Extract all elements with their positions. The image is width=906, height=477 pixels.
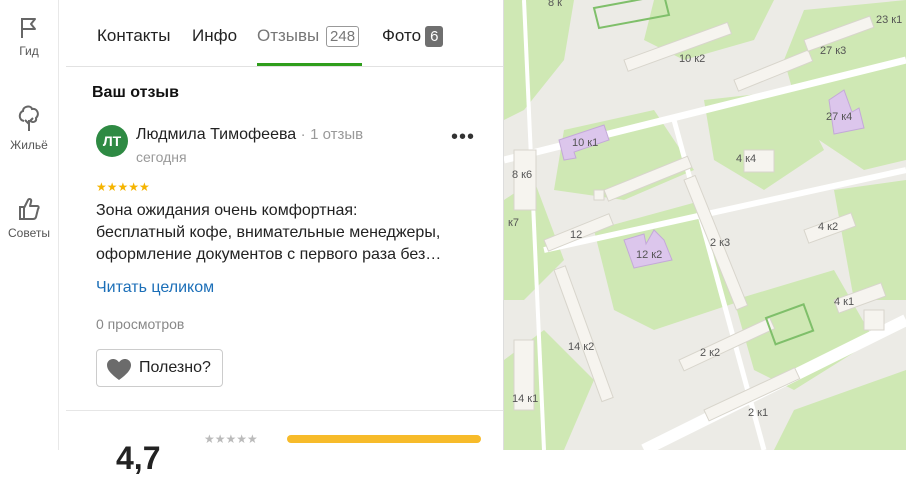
tab-bar: Контакты Инфо Отзывы 248 Фото 6 — [66, 0, 503, 67]
rail-item-housing[interactable]: Жильё — [0, 104, 58, 152]
read-more-link[interactable]: Читать целиком — [96, 279, 214, 297]
map-label: 8 к — [548, 0, 562, 9]
section-title: Ваш отзыв — [92, 84, 179, 101]
review-date: сегодня — [136, 149, 187, 165]
tab-label: Фото — [382, 26, 422, 45]
thumb-up-icon — [0, 196, 58, 222]
map-label: к7 — [508, 217, 519, 229]
review-line: оформление документов с первого раза без… — [96, 246, 442, 263]
avatar[interactable]: ЛТ — [96, 125, 128, 157]
map-label: 12 к2 — [636, 249, 662, 261]
tab-label: Отзывы — [257, 26, 320, 45]
reviews-count-badge: 248 — [326, 26, 360, 47]
more-options-icon[interactable]: ••• — [451, 127, 475, 147]
map-label: 2 к2 — [700, 347, 720, 359]
map-label: 4 к1 — [834, 296, 854, 308]
review-line: Зона ожидания очень комфортная: — [96, 202, 358, 219]
map-label: 23 к1 — [876, 14, 902, 26]
photos-count-badge: 6 — [425, 26, 444, 47]
map-view[interactable]: 8 к 23 к1 10 к2 27 к3 27 к4 10 к1 8 к6 4… — [504, 0, 906, 450]
map-label: 10 к1 — [572, 137, 598, 149]
tree-icon — [0, 104, 58, 134]
tab-info[interactable]: Инфо — [192, 26, 237, 46]
star-rating: ★★★★★ — [96, 180, 150, 194]
author-reviews-count: 1 отзыв — [310, 126, 364, 143]
rail-item-label: Советы — [8, 226, 50, 240]
reviews-panel: Контакты Инфо Отзывы 248 Фото 6 Ваш отзыв… — [66, 0, 504, 476]
meta-separator: · — [300, 126, 306, 143]
views-count: 0 просмотров — [96, 316, 185, 332]
map-label: 2 к3 — [710, 237, 730, 249]
average-rating: 4,7 — [116, 440, 161, 476]
map-label: 10 к2 — [679, 53, 705, 65]
rail-item-guide[interactable]: Гид — [0, 16, 58, 58]
flag-icon — [0, 16, 58, 40]
rail-item-tips[interactable]: Советы — [0, 196, 58, 240]
left-rail: Гид Жильё Советы — [0, 0, 59, 450]
review-text: Зона ожидания очень комфортная: бесплатн… — [96, 200, 486, 266]
rating-bar — [287, 435, 481, 443]
tab-photos[interactable]: Фото 6 — [382, 26, 444, 47]
tab-contacts[interactable]: Контакты — [97, 26, 170, 46]
map-label: 8 к6 — [512, 169, 532, 181]
rating-stars: ★★★★★ — [204, 432, 258, 446]
tab-reviews[interactable]: Отзывы 248 — [257, 26, 360, 47]
rail-item-label: Гид — [19, 44, 39, 58]
author-name[interactable]: Людмила Тимофеева — [136, 126, 296, 143]
map-label: 14 к2 — [568, 341, 594, 353]
review-line: бесплатный кофе, внимательные менеджеры, — [96, 224, 441, 241]
heart-icon — [107, 359, 131, 380]
useful-button[interactable]: Полезно? — [96, 349, 223, 387]
map-label: 12 — [570, 229, 582, 241]
active-tab-indicator — [257, 63, 362, 66]
map-label: 27 к3 — [820, 45, 846, 57]
review-author[interactable]: Людмила Тимофеева · 1 отзыв — [136, 126, 363, 144]
map-canvas[interactable]: 8 к 23 к1 10 к2 27 к3 27 к4 10 к1 8 к6 4… — [504, 0, 906, 450]
map-label: 2 к1 — [748, 407, 768, 419]
divider — [66, 410, 503, 411]
map-label: 27 к4 — [826, 111, 852, 123]
map-label: 14 к1 — [512, 393, 538, 405]
rail-item-label: Жильё — [10, 138, 48, 152]
useful-label: Полезно? — [139, 359, 211, 376]
map-label: 4 к2 — [818, 221, 838, 233]
map-label: 4 к4 — [736, 153, 756, 165]
